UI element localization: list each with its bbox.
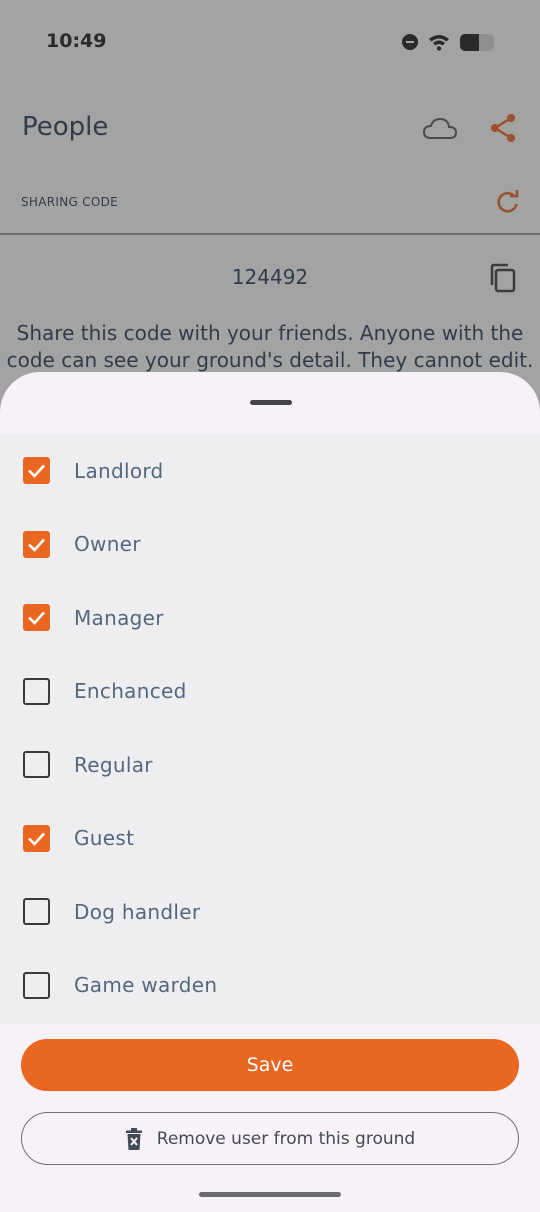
remove-user-button[interactable]: Remove user from this ground (21, 1112, 519, 1165)
checkmark-icon (28, 464, 45, 478)
role-item[interactable]: Owner (0, 508, 540, 581)
roles-bottom-sheet: Landlord Owner Manager Enchanced Regular Gues… (0, 372, 540, 1212)
role-label: Game warden (74, 973, 218, 997)
role-label: Landlord (74, 458, 164, 483)
checkbox-checked[interactable] (23, 604, 50, 631)
checkbox-unchecked[interactable] (23, 898, 50, 925)
roles-list: Landlord Owner Manager Enchanced Regular Gues… (0, 434, 540, 1024)
drag-handle[interactable] (250, 400, 292, 405)
trash-icon (125, 1127, 142, 1150)
checkmark-icon (28, 538, 45, 552)
role-label: Enchanced (74, 679, 187, 703)
role-item[interactable]: Game warden (0, 949, 540, 1022)
checkbox-checked[interactable] (23, 457, 50, 484)
home-indicator[interactable] (199, 1192, 341, 1197)
role-item[interactable]: Manager (0, 581, 540, 654)
role-item[interactable]: Landlord (0, 434, 540, 507)
remove-user-label: Remove user from this ground (156, 1128, 416, 1149)
checkbox-checked[interactable] (23, 530, 50, 558)
role-label: Manager (74, 605, 164, 630)
role-label: Owner (74, 532, 141, 556)
role-item[interactable]: Enchanced (0, 655, 540, 728)
role-label: Dog handler (74, 899, 201, 924)
checkbox-unchecked[interactable] (23, 751, 50, 778)
role-item[interactable]: Guest (0, 802, 540, 875)
role-item[interactable]: Dog handler (0, 875, 540, 948)
checkmark-icon (28, 832, 45, 846)
checkbox-checked[interactable] (23, 824, 50, 852)
checkbox-unchecked[interactable] (23, 971, 50, 999)
checkbox-unchecked[interactable] (23, 677, 50, 705)
role-label: Regular (74, 752, 153, 777)
role-item[interactable]: Regular (0, 728, 540, 801)
checkmark-icon (28, 611, 45, 625)
role-label: Guest (74, 826, 135, 850)
save-button[interactable]: Save (21, 1039, 519, 1091)
